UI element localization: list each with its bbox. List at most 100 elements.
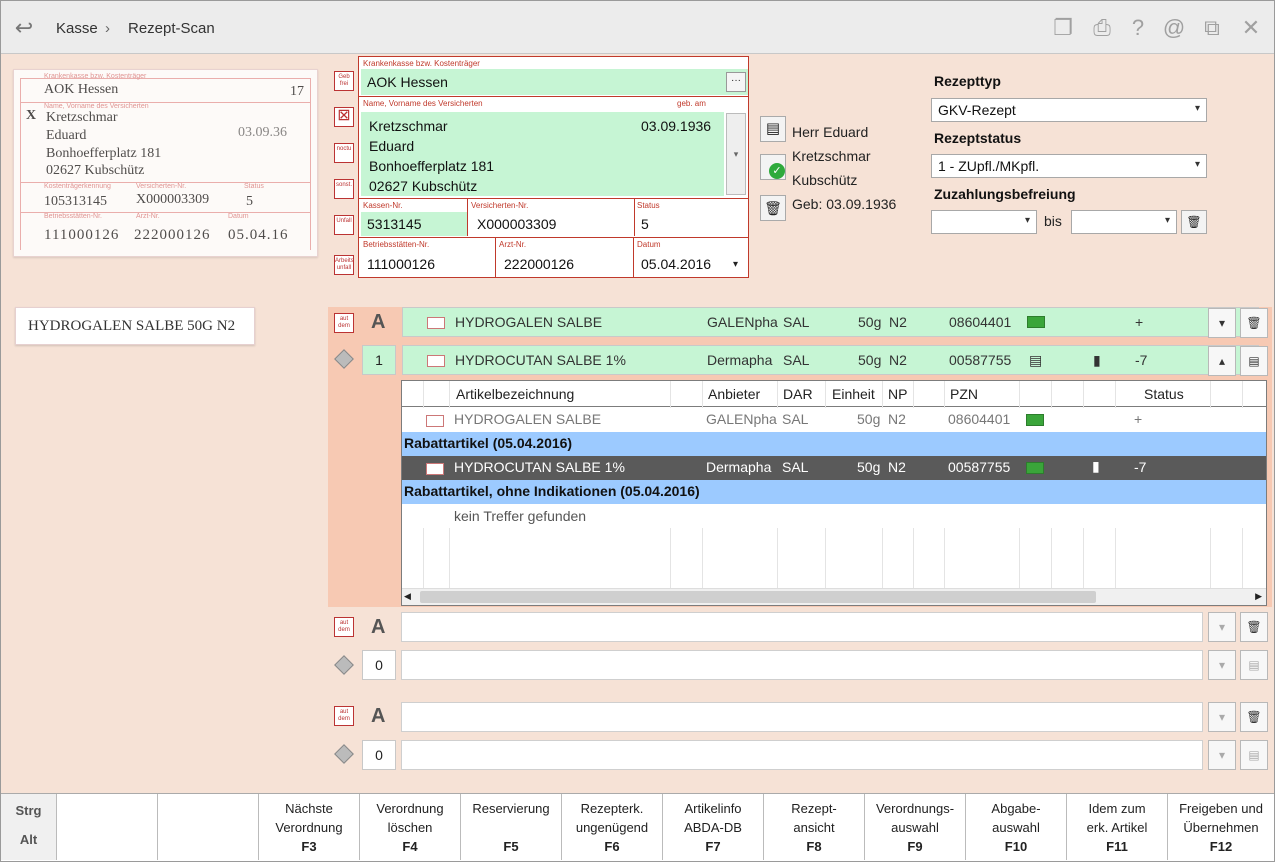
- col-anbieter[interactable]: Anbieter: [708, 386, 760, 402]
- patient-line3: Kubschütz: [792, 172, 858, 188]
- scrollbar-thumb[interactable]: [420, 591, 1096, 603]
- trash-icon[interactable]: 🗑: [1240, 612, 1268, 642]
- count-field[interactable]: 0: [362, 740, 396, 770]
- f4-button[interactable]: Verordnung löschen F4: [360, 794, 461, 860]
- col-pzn[interactable]: PZN: [950, 386, 978, 402]
- f2-button[interactable]: [158, 794, 259, 860]
- geb-frei-button[interactable]: Geb frei: [334, 71, 354, 91]
- arztnr-value[interactable]: 222000126: [504, 256, 574, 272]
- crossed-checkbox-icon[interactable]: ⊠: [334, 107, 354, 127]
- window-exit-icon[interactable]: ⧉: [1199, 15, 1225, 41]
- row2-name: HYDROCUTAN SALBE 1%: [455, 352, 626, 368]
- printer-icon[interactable]: ⎙: [1089, 15, 1115, 41]
- f8-button[interactable]: Rezept-ansicht F8: [764, 794, 865, 860]
- document-list-icon[interactable]: ▤: [1240, 740, 1268, 770]
- horizontal-scrollbar[interactable]: ◀ ▶: [402, 588, 1266, 605]
- grid-row[interactable]: HYDROGALEN SALBE GALENpha SAL 50g N2 086…: [402, 408, 1266, 432]
- scan-article-card[interactable]: HYDROGALEN SALBE 50G N2: [15, 307, 255, 345]
- f12-button[interactable]: Freigeben und Übernehmen F12: [1168, 794, 1274, 860]
- kasse-lookup-button[interactable]: ···: [726, 72, 746, 92]
- f7-button[interactable]: Artikelinfo ABDA-DB F7: [663, 794, 764, 860]
- help-icon[interactable]: ?: [1125, 15, 1151, 41]
- rezeptstatus-select[interactable]: 1 - ZUpfl./MKpfl. ▾: [931, 154, 1207, 178]
- document-list-icon[interactable]: ▤: [1240, 650, 1268, 680]
- patient-verified-icon[interactable]: ✓: [760, 154, 786, 180]
- name-dropdown-button[interactable]: ▾: [726, 113, 746, 195]
- f9-button[interactable]: Verordnungs-auswahl F9: [865, 794, 966, 860]
- row2-count[interactable]: 1: [362, 345, 396, 375]
- article-input[interactable]: [401, 740, 1203, 770]
- aut-idem-button[interactable]: aut dem: [334, 313, 354, 333]
- f5-button[interactable]: Reservierung F5: [461, 794, 562, 860]
- insured-name-field[interactable]: Kretzschmar 03.09.1936 Eduard Bonhoeffer…: [361, 112, 724, 196]
- aut-idem-button[interactable]: aut dem: [334, 617, 354, 637]
- kasse-label: Krankenkasse bzw. Kostenträger: [363, 59, 480, 68]
- patient-card-icon[interactable]: ▤: [760, 116, 786, 142]
- col-einheit[interactable]: Einheit: [832, 386, 875, 402]
- aut-idem-button[interactable]: aut dem: [334, 706, 354, 726]
- f3-button[interactable]: Nächste Verordnung F3: [259, 794, 360, 860]
- verordnung-row-1[interactable]: HYDROGALEN SALBE GALENpha SAL 50g N2 086…: [402, 307, 1259, 337]
- chevron-down-icon[interactable]: ▾: [1208, 612, 1236, 642]
- col-np[interactable]: NP: [888, 386, 907, 402]
- prescription-scan-image[interactable]: Krankenkasse bzw. Kostenträger AOK Hesse…: [13, 69, 318, 257]
- diamond-icon[interactable]: [334, 744, 354, 764]
- kassennr-field[interactable]: 5313145: [361, 212, 467, 236]
- f10-button[interactable]: Abgabe-auswahl F10: [966, 794, 1067, 860]
- row-type-a: A: [371, 311, 386, 333]
- chevron-up-icon[interactable]: ▴: [1208, 346, 1236, 376]
- trash-icon[interactable]: 🗑: [1240, 702, 1268, 732]
- trash-icon[interactable]: 🗑: [760, 195, 786, 221]
- trash-icon[interactable]: 🗑: [1181, 210, 1207, 234]
- copy-document-icon[interactable]: ❐: [1050, 15, 1076, 41]
- scroll-left-icon[interactable]: ◀: [404, 591, 411, 602]
- versnr-value[interactable]: X000003309: [477, 216, 556, 232]
- trash-icon[interactable]: 🗑: [1240, 308, 1268, 338]
- article-input[interactable]: [401, 650, 1203, 680]
- f11-button[interactable]: Idem zum erk. Artikel F11: [1067, 794, 1168, 860]
- modifier-keys[interactable]: Strg Alt: [1, 794, 57, 860]
- f1-button[interactable]: [57, 794, 158, 860]
- diamond-icon[interactable]: [334, 655, 354, 675]
- verordnung-row-2[interactable]: HYDROCUTAN SALBE 1% Dermapha SAL 50g N2 …: [402, 345, 1259, 375]
- close-icon[interactable]: ✕: [1238, 15, 1264, 41]
- count-field[interactable]: 0: [362, 650, 396, 680]
- title-bar: ↩ Kasse › Rezept-Scan ❐ ⎙ ? @ ⧉ ✕: [1, 1, 1274, 54]
- datum-value[interactable]: 05.04.2016: [641, 256, 711, 272]
- grid-row-selected[interactable]: HYDROCUTAN SALBE 1% Dermapha SAL 50g N2 …: [402, 456, 1266, 480]
- bsnr-value[interactable]: 111000126: [367, 256, 435, 272]
- chevron-down-icon[interactable]: ▾: [1208, 308, 1236, 338]
- arbeitsunfall-button[interactable]: Arbeits unfall: [334, 255, 354, 275]
- rezepttyp-select[interactable]: GKV-Rezept ▾: [931, 98, 1207, 122]
- sonst-button[interactable]: sonst.: [334, 179, 354, 199]
- status-value[interactable]: 5: [641, 216, 649, 232]
- datum-dropdown-icon[interactable]: ▾: [733, 259, 738, 270]
- f9-label: Verordnungs-auswahl: [875, 801, 955, 835]
- document-list-icon[interactable]: ▤: [1240, 346, 1268, 376]
- scroll-right-icon[interactable]: ▶: [1255, 591, 1262, 602]
- unfall-button[interactable]: Unfall: [334, 215, 354, 235]
- at-mail-icon[interactable]: @: [1161, 15, 1187, 41]
- document-icon: ▤: [1029, 352, 1043, 368]
- noctu-button[interactable]: noctu: [334, 143, 354, 163]
- zuzahlung-from-select[interactable]: ▾: [931, 210, 1037, 234]
- f6-button[interactable]: Rezepterk. ungenügend F6: [562, 794, 663, 860]
- section-title: Rabattartikel, ohne Indikationen (05.04.…: [404, 483, 700, 499]
- col-dar[interactable]: DAR: [783, 386, 813, 402]
- col-artikel[interactable]: Artikelbezeichnung: [456, 386, 574, 402]
- scan-kasse: AOK Hessen: [44, 82, 119, 97]
- col-status[interactable]: Status: [1144, 386, 1184, 402]
- chevron-down-icon[interactable]: ▾: [1208, 740, 1236, 770]
- article-input[interactable]: [401, 702, 1203, 732]
- breadcrumb-root[interactable]: Kasse: [56, 20, 98, 37]
- chevron-down-icon[interactable]: ▾: [1208, 702, 1236, 732]
- kasse-field[interactable]: AOK Hessen ···: [361, 69, 748, 95]
- alt-key[interactable]: Alt: [1, 830, 56, 849]
- grid-empty-row: kein Treffer gefunden: [402, 504, 1266, 528]
- article-input[interactable]: [401, 612, 1203, 642]
- bottle-icon: ▮: [1092, 458, 1100, 474]
- strg-key[interactable]: Strg: [1, 801, 56, 820]
- zuzahlung-to-select[interactable]: ▾: [1071, 210, 1177, 234]
- chevron-down-icon[interactable]: ▾: [1208, 650, 1236, 680]
- back-arrow-icon[interactable]: ↩: [11, 15, 37, 41]
